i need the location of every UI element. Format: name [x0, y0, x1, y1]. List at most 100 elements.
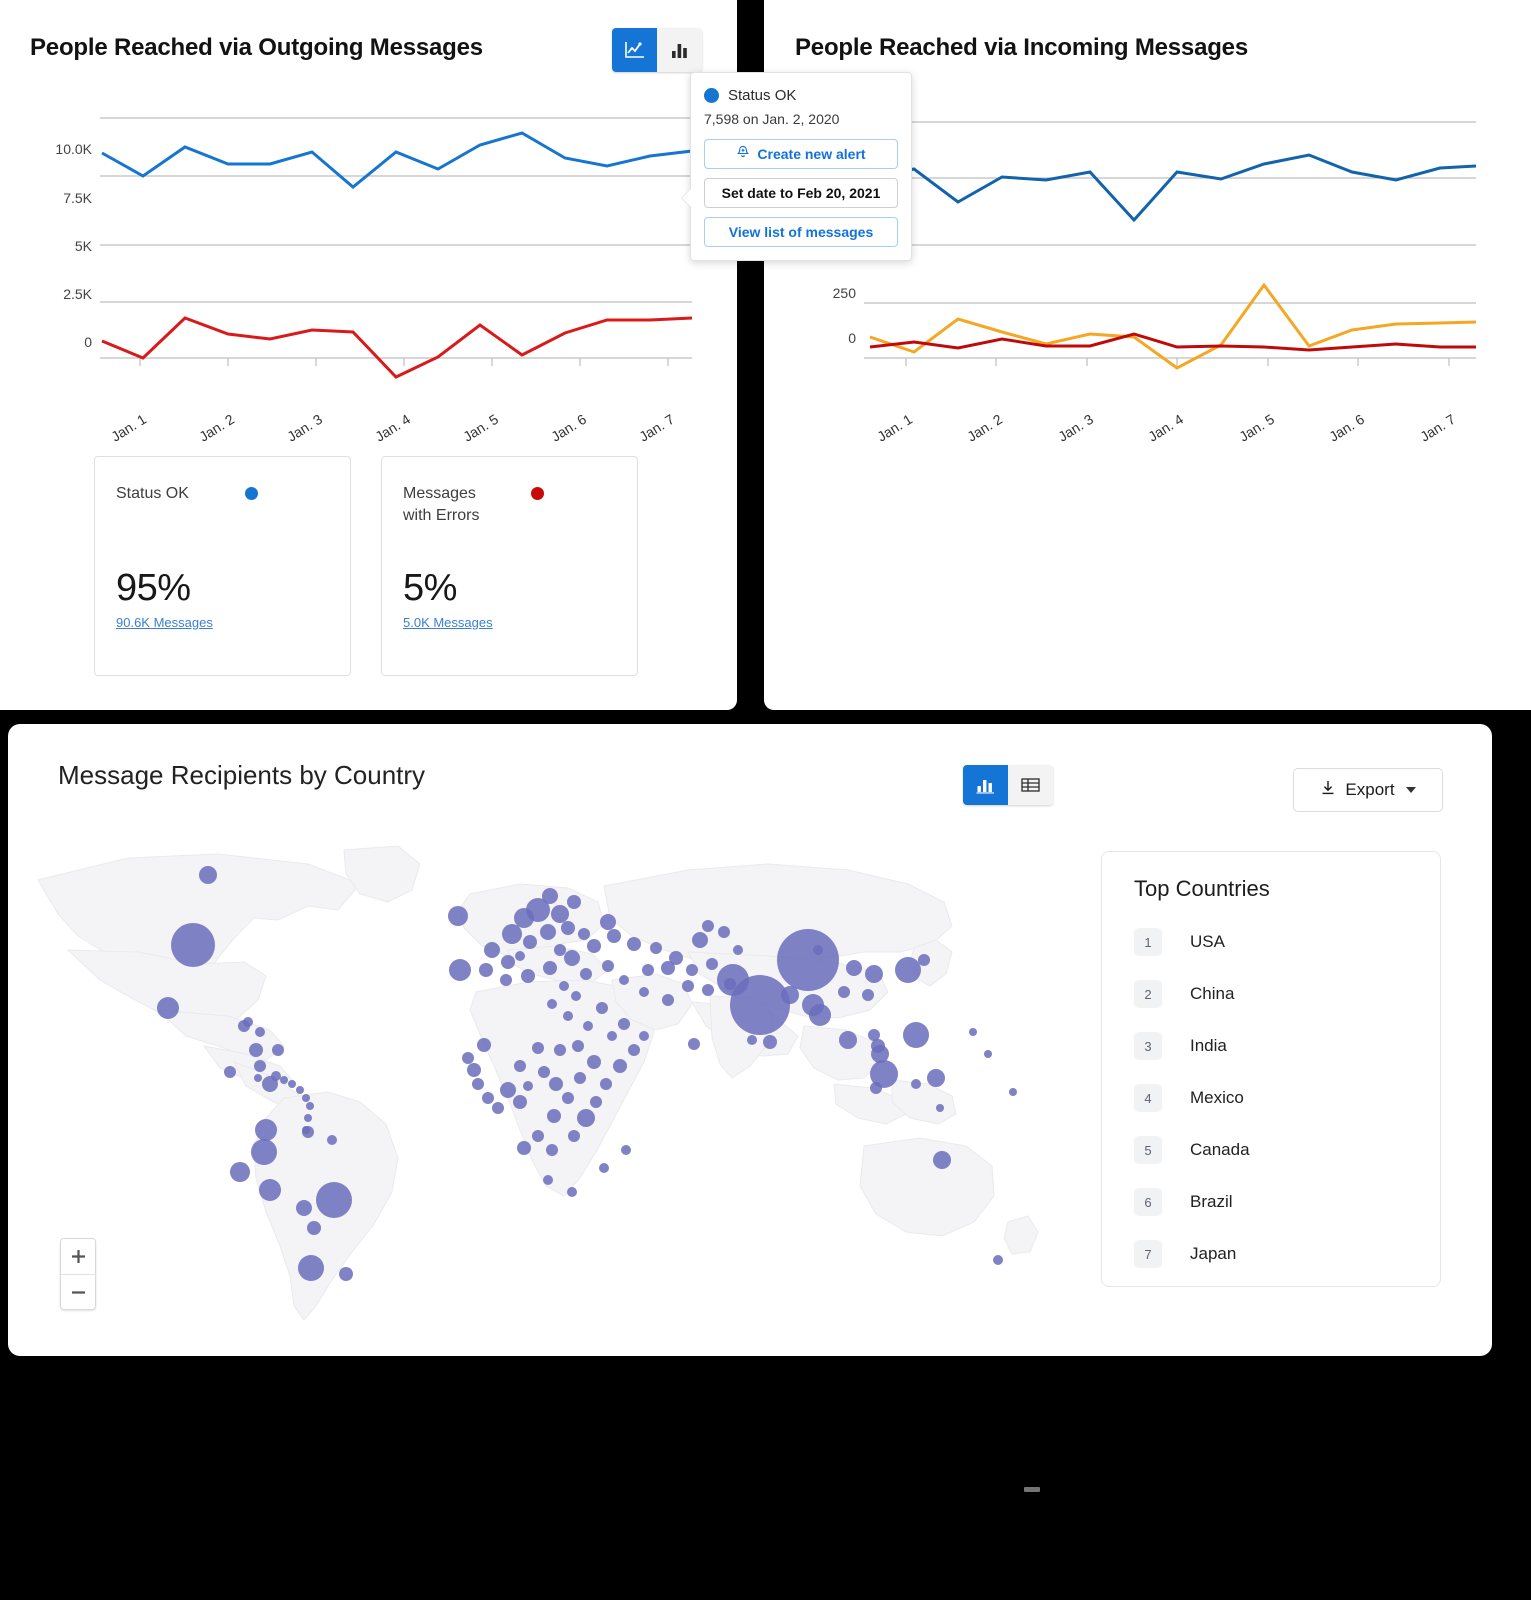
list-item[interactable]: 2 China	[1102, 968, 1440, 1020]
xtick-label: Jan. 6	[1326, 411, 1367, 445]
svg-text:2.5K: 2.5K	[63, 286, 92, 302]
list-item[interactable]: 6 Brazil	[1102, 1176, 1440, 1228]
zoom-out-button[interactable]	[61, 1274, 95, 1309]
stat-card: Status OK 95% 90.6K Messages	[94, 456, 351, 676]
xtick-label: Jan. 5	[460, 411, 501, 445]
country-name: Canada	[1190, 1140, 1250, 1159]
bell-add-icon	[736, 145, 750, 163]
view-list-label: View list of messages	[728, 224, 874, 240]
xtick-label: Jan. 7	[1417, 411, 1458, 445]
xtick-label: Jan. 5	[1236, 411, 1277, 445]
line-chart-icon	[624, 40, 646, 60]
stat-label: Status OK	[116, 485, 189, 502]
xtick-label: Jan. 4	[372, 411, 413, 445]
series-status-ok	[101, 131, 693, 189]
series-messages-with-errors	[101, 316, 693, 379]
bar-chart-icon	[669, 40, 691, 60]
country-name: Japan	[1190, 1244, 1237, 1263]
series-messages-with-errors	[869, 282, 1477, 370]
rank-badge: 1	[1134, 928, 1162, 956]
stat-link[interactable]: 90.6K Messages	[116, 615, 213, 630]
tooltip-arrow	[682, 189, 691, 207]
xtick-label: Jan. 4	[1145, 411, 1186, 445]
set-date-label: Set date to Feb 20, 2021	[721, 185, 881, 201]
set-date-button[interactable]: Set date to Feb 20, 2021	[704, 178, 898, 208]
x-axis-ticks	[139, 358, 669, 366]
stat-value: 95%	[116, 567, 191, 609]
table-icon	[1020, 776, 1041, 794]
stat-label: Messages with Errors	[403, 485, 480, 524]
chart-outgoing[interactable]: 10.0K 7.5K 5K 2.5K 0	[0, 90, 720, 420]
list-item[interactable]: 7 Japan	[1102, 1228, 1440, 1280]
panel-outgoing-messages: People Reached via Outgoing Messages 10.…	[0, 0, 737, 710]
svg-text:250: 250	[833, 285, 857, 301]
x-axis-ticks	[905, 358, 1450, 366]
render-artifact	[1024, 1487, 1040, 1492]
list-item[interactable]: 4 Mexico	[1102, 1072, 1440, 1124]
line-chart-view-button[interactable]	[612, 28, 657, 72]
tooltip-detail: 7,598 on Jan. 2, 2020	[704, 111, 840, 127]
stat-card-header: Status OK	[116, 483, 330, 505]
xtick-label: Jan. 3	[1055, 411, 1096, 445]
plus-icon	[71, 1250, 85, 1263]
dashboard-stage: People Reached via Outgoing Messages 10.…	[0, 0, 1531, 1600]
stat-card-header: Messages with Errors	[403, 483, 617, 526]
xtick-label: Jan. 6	[548, 411, 589, 445]
stat-cards-outgoing: Status OK 95% 90.6K Messages Messages wi…	[94, 456, 638, 676]
chevron-down-icon	[1405, 787, 1416, 793]
svg-text:0: 0	[848, 330, 856, 346]
page-title-map: Message Recipients by Country	[58, 760, 426, 790]
chart-gridlines	[864, 121, 1476, 359]
stat-card: Messages with Errors 5% 5.0K Messages	[381, 456, 638, 676]
x-axis-labels-incoming: Jan. 1 Jan. 2 Jan. 3 Jan. 4 Jan. 5 Jan. …	[874, 411, 1458, 445]
xtick-label: Jan. 7	[636, 411, 677, 445]
rank-badge: 4	[1134, 1084, 1162, 1112]
tooltip-series-label: Status OK	[728, 87, 797, 104]
world-bubble-map[interactable]	[8, 840, 1088, 1340]
country-name: Brazil	[1190, 1192, 1233, 1211]
svg-text:0: 0	[84, 334, 92, 350]
country-name: China	[1190, 984, 1235, 1003]
list-item[interactable]: 5 Canada	[1102, 1124, 1440, 1176]
xtick-label: Jan. 1	[874, 411, 915, 445]
create-alert-label: Create new alert	[757, 146, 866, 162]
series-dot	[704, 88, 719, 103]
minus-icon	[71, 1290, 85, 1294]
bar-chart-icon	[975, 776, 996, 794]
y-axis-ticks: 10.0K 7.5K 5K 2.5K 0	[55, 141, 92, 350]
stat-link[interactable]: 5.0K Messages	[403, 615, 493, 630]
stat-value: 5%	[403, 567, 457, 609]
export-button[interactable]: Export	[1293, 768, 1443, 812]
status-dot	[244, 487, 258, 500]
view-toggle-outgoing[interactable]	[612, 28, 702, 72]
top-countries-title: Top Countries	[1134, 876, 1270, 901]
series-received	[869, 153, 1477, 223]
rank-badge: 5	[1134, 1136, 1162, 1164]
xtick-label: Jan. 2	[196, 411, 237, 445]
chart-tooltip: Status OK 7,598 on Jan. 2, 2020 Create n…	[682, 72, 912, 261]
map-chart-view-button[interactable]	[963, 765, 1008, 805]
xtick-label: Jan. 3	[284, 411, 325, 445]
y-axis-ticks: 250 0	[833, 285, 857, 346]
export-label: Export	[1345, 780, 1395, 799]
view-toggle-map[interactable]	[963, 765, 1053, 805]
page-title-outgoing: People Reached via Outgoing Messages	[30, 34, 483, 61]
map-table-view-button[interactable]	[1008, 765, 1053, 805]
download-icon	[1320, 779, 1336, 801]
rank-badge: 3	[1134, 1032, 1162, 1060]
rank-badge: 7	[1134, 1240, 1162, 1268]
create-new-alert-button[interactable]: Create new alert	[704, 139, 898, 169]
list-item[interactable]: 1 USA	[1102, 916, 1440, 968]
xtick-label: Jan. 2	[964, 411, 1005, 445]
status-dot	[531, 487, 545, 500]
rank-badge: 6	[1134, 1188, 1162, 1216]
rank-badge: 2	[1134, 980, 1162, 1008]
page-title-incoming: People Reached via Incoming Messages	[795, 34, 1248, 61]
zoom-in-button[interactable]	[61, 1239, 95, 1274]
map-zoom-controls[interactable]	[60, 1238, 96, 1310]
top-countries-panel: Top Countries 1 USA 2 China 3 India 4 Me…	[1101, 851, 1441, 1287]
bar-chart-view-button[interactable]	[657, 28, 702, 72]
series-optouts-received	[869, 332, 1476, 352]
view-list-of-messages-button[interactable]: View list of messages	[704, 217, 898, 247]
list-item[interactable]: 3 India	[1102, 1020, 1440, 1072]
